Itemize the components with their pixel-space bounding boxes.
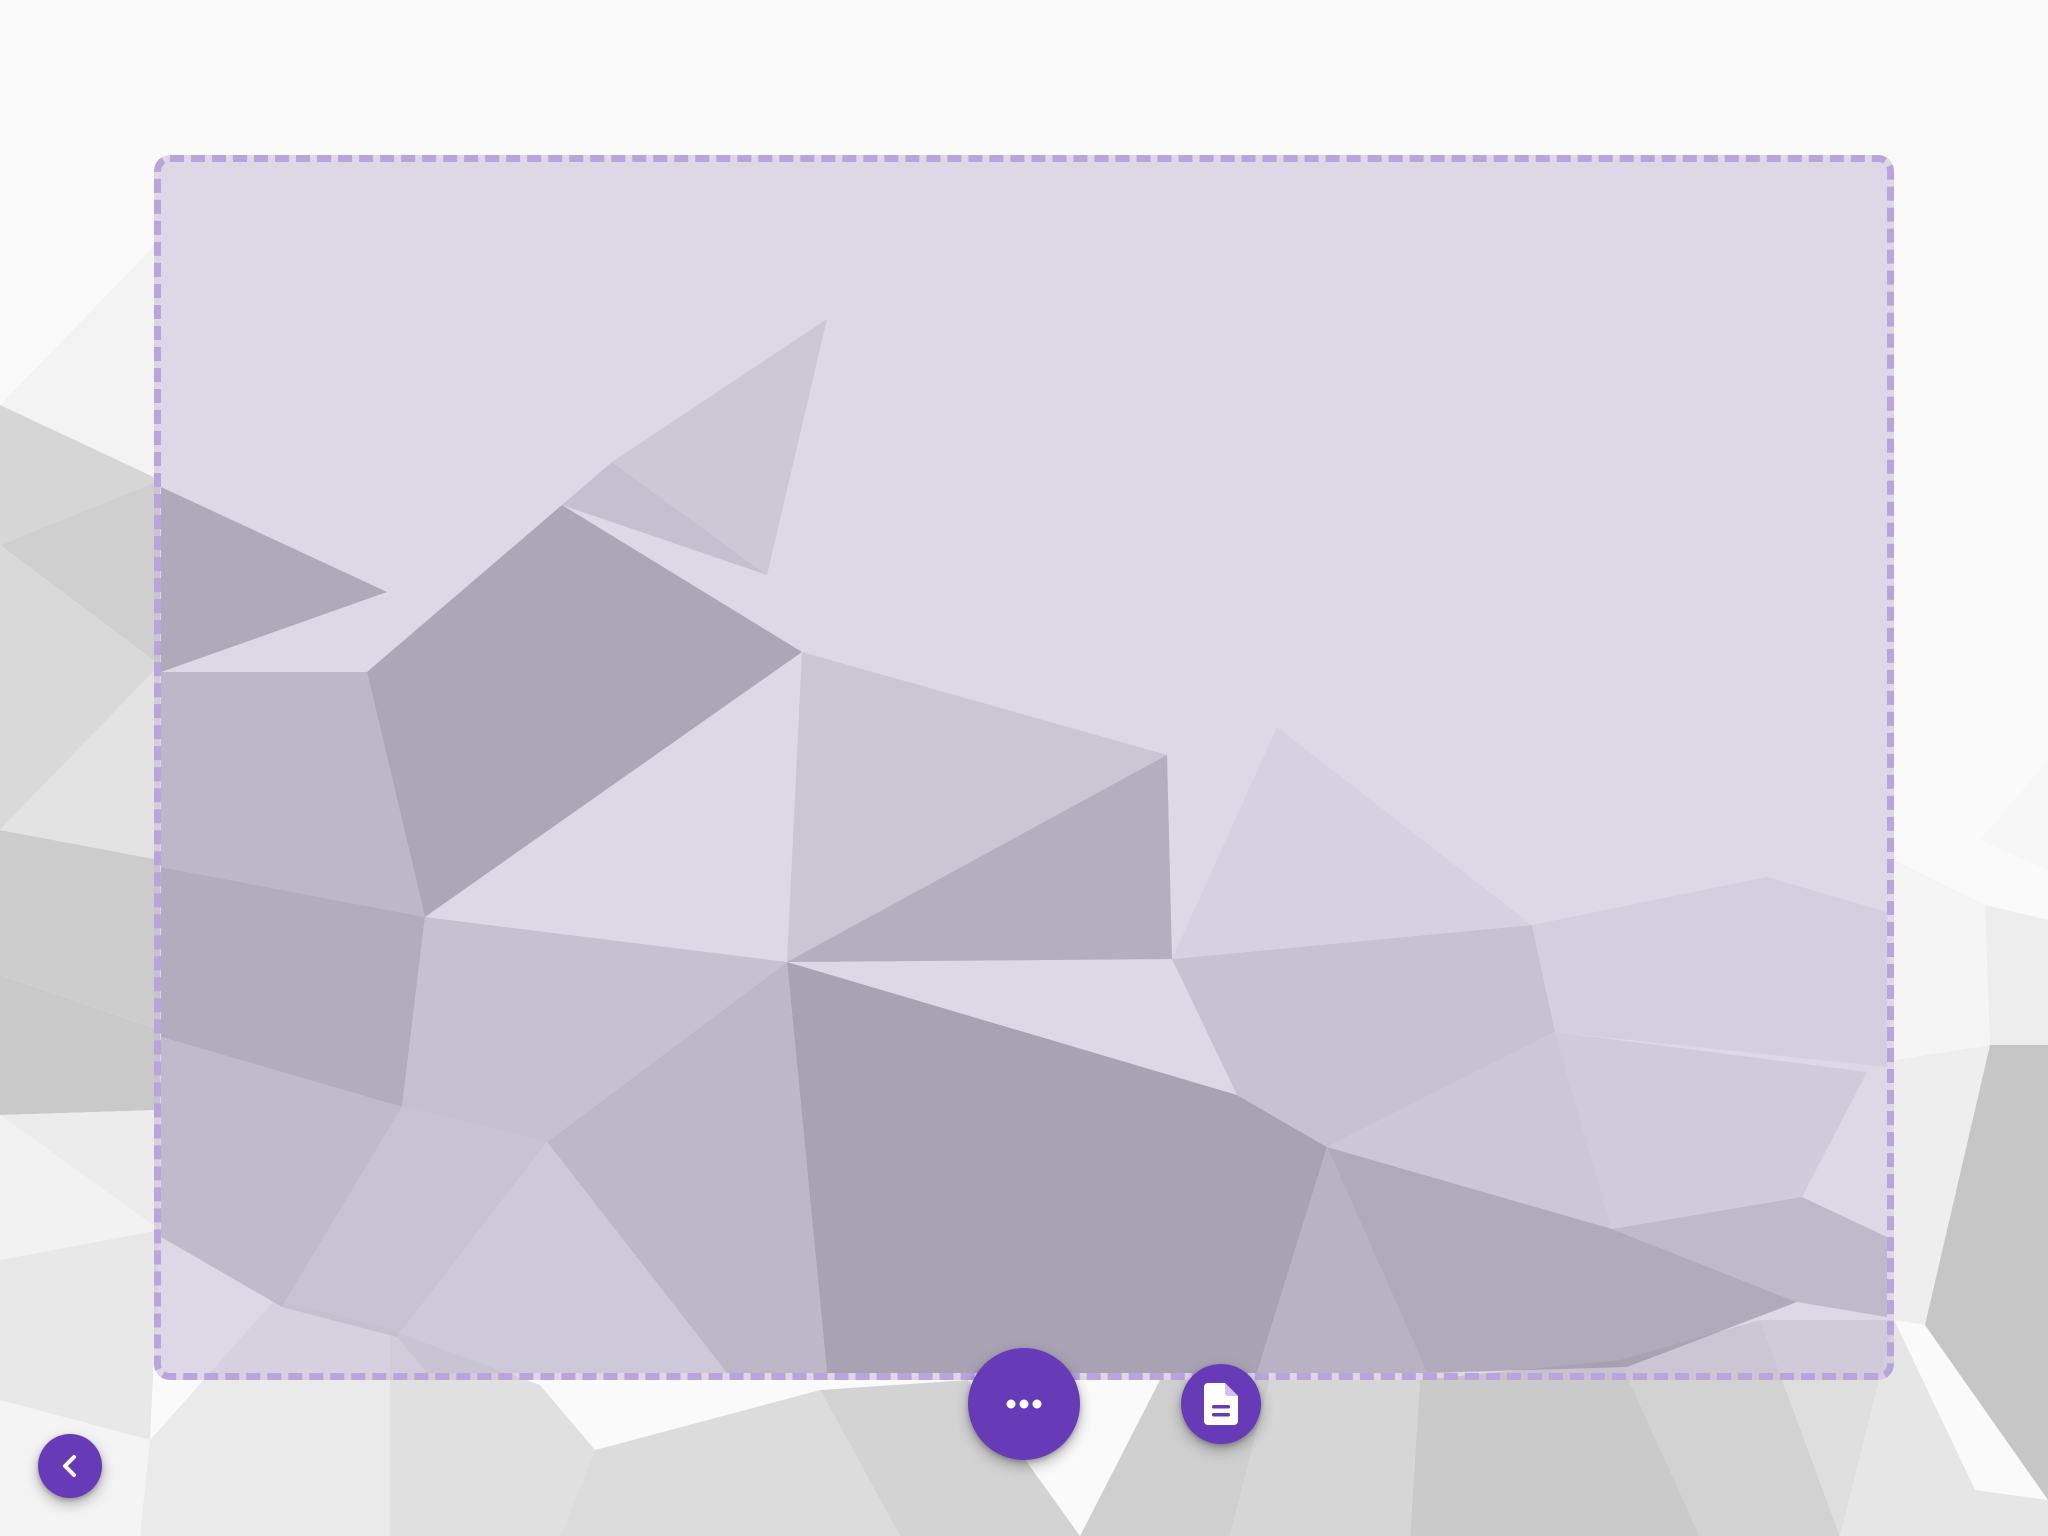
file-drop-zone[interactable]: [154, 155, 1894, 1380]
app-stage: [0, 0, 2048, 1536]
back-button[interactable]: [38, 1434, 102, 1498]
drop-zone-pattern: [161, 319, 1887, 1373]
document-icon: [1204, 1383, 1238, 1425]
document-button[interactable]: [1181, 1364, 1261, 1444]
more-horiz-icon: [1006, 1399, 1042, 1409]
more-actions-button[interactable]: [968, 1348, 1080, 1460]
chevron-left-icon: [63, 1455, 76, 1477]
